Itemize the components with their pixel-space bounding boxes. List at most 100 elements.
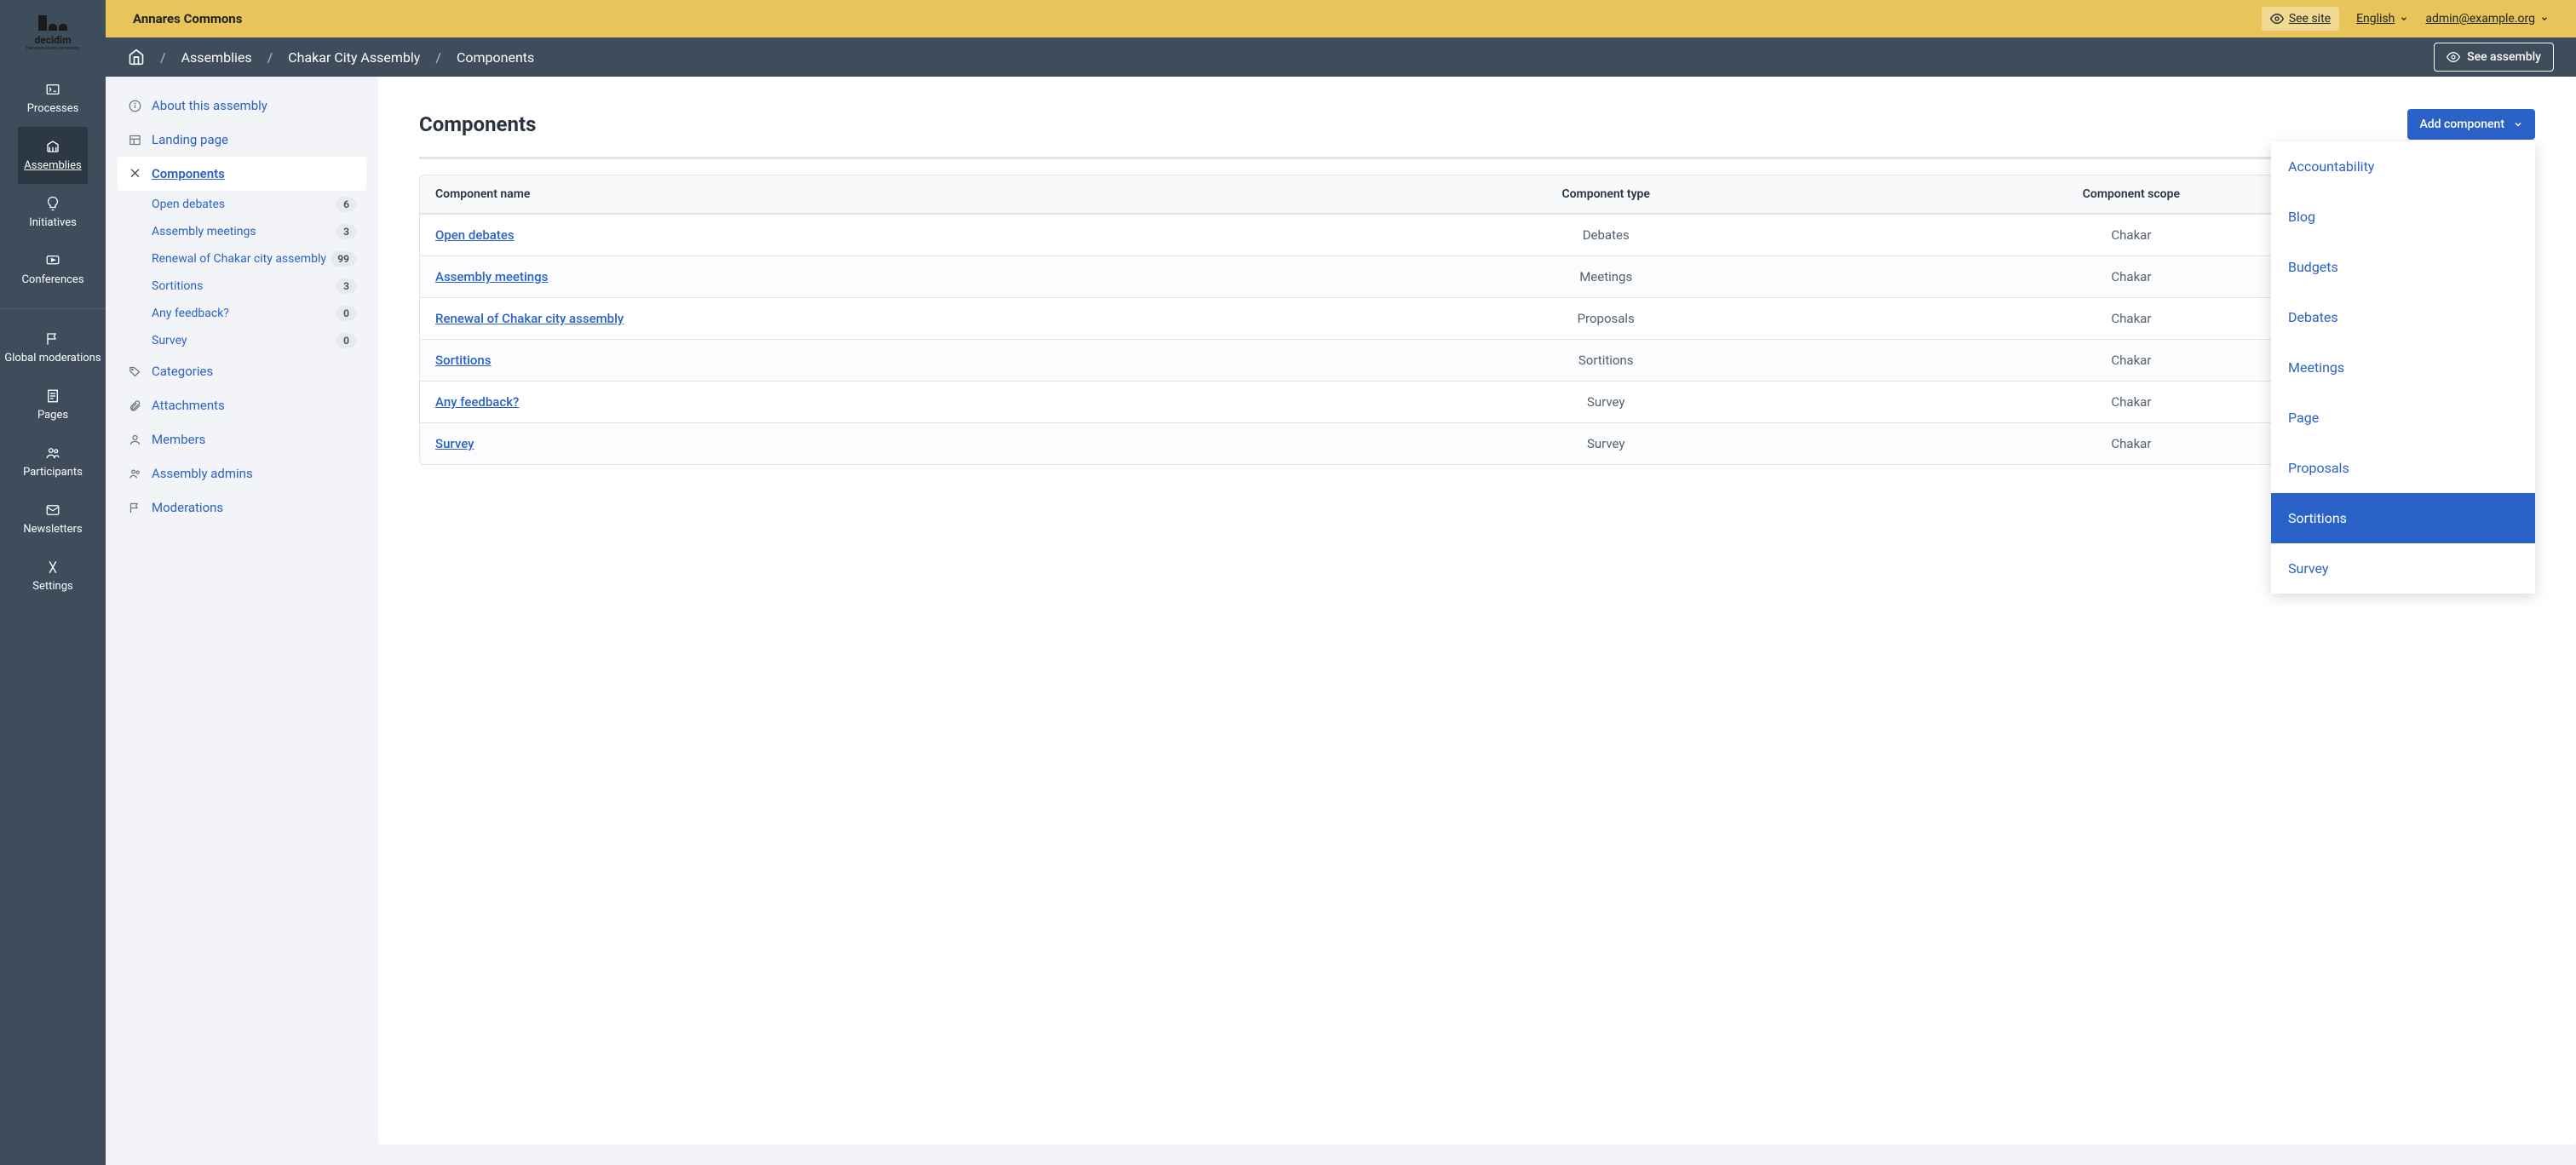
count-badge: 3 — [336, 278, 356, 294]
page-title: Components — [419, 112, 2407, 136]
chevron-down-icon — [2400, 14, 2408, 23]
nav-label: Participants — [4, 466, 101, 479]
sub-item-label: Open debates — [152, 198, 336, 211]
nav-item-processes[interactable]: Processes — [18, 70, 87, 127]
sidebar-item-landing-page[interactable]: Landing page — [118, 123, 366, 157]
table-row: Renewal of Chakar city assemblyProposals… — [420, 297, 2534, 339]
table-row: Assembly meetingsMeetingsChakar — [420, 255, 2534, 297]
nav-label: Newsletters — [4, 523, 101, 536]
table-row: Any feedback?SurveyChakar — [420, 381, 2534, 422]
nav-item-global-moderations[interactable]: Global moderations — [1, 319, 104, 376]
component-type: Survey — [1353, 422, 1859, 464]
component-link[interactable]: Renewal of Chakar city assembly — [435, 311, 624, 326]
count-badge: 0 — [336, 306, 356, 321]
nav-item-assemblies[interactable]: Assemblies — [18, 127, 87, 184]
breadcrumb-link[interactable]: Chakar City Assembly — [288, 49, 420, 66]
component-link[interactable]: Any feedback? — [435, 394, 519, 410]
nav-item-pages[interactable]: Pages — [1, 376, 104, 433]
component-link[interactable]: Open debates — [435, 227, 515, 243]
participants-icon — [45, 445, 60, 461]
nav-item-initiatives[interactable]: Initiatives — [18, 184, 87, 241]
breadcrumb-link[interactable]: Assemblies — [181, 49, 252, 66]
initiatives-icon — [45, 196, 60, 211]
sidebar-item-label: Assembly admins — [152, 466, 253, 481]
component-link[interactable]: Sortitions — [435, 353, 491, 368]
breadcrumb-separator: / — [160, 49, 166, 66]
user-icon — [128, 433, 141, 446]
column-header: Component type — [1353, 175, 1859, 214]
see-assembly-button[interactable]: See assembly — [2434, 43, 2554, 72]
dropdown-item-budgets[interactable]: Budgets — [2271, 242, 2535, 292]
logo-tagline: free open-source democracy — [26, 46, 79, 51]
sidebar-sub-item[interactable]: Renewal of Chakar city assembly99 — [141, 245, 366, 273]
sidebar-item-label: Components — [152, 166, 225, 181]
assemblies-icon — [45, 139, 60, 154]
home-icon[interactable] — [128, 49, 145, 66]
dropdown-item-survey[interactable]: Survey — [2271, 543, 2535, 594]
sub-item-label: Renewal of Chakar city assembly — [152, 252, 331, 266]
nav-label: Conferences — [21, 273, 83, 286]
sidebar-sub-item[interactable]: Survey0 — [141, 327, 366, 354]
sub-item-label: Sortitions — [152, 279, 336, 293]
dropdown-item-blog[interactable]: Blog — [2271, 192, 2535, 242]
component-link[interactable]: Assembly meetings — [435, 269, 548, 284]
sidebar-sub-item[interactable]: Assembly meetings3 — [141, 218, 366, 245]
breadcrumb: / Assemblies / Chakar City Assembly / Co… — [128, 49, 2424, 66]
sidebar-item-label: Members — [152, 432, 205, 447]
nav-item-settings[interactable]: Settings — [1, 548, 104, 605]
dropdown-item-debates[interactable]: Debates — [2271, 292, 2535, 342]
component-link[interactable]: Survey — [435, 436, 474, 451]
dropdown-item-sortitions[interactable]: Sortitions — [2271, 493, 2535, 543]
nav-item-participants[interactable]: Participants — [1, 433, 104, 491]
eye-icon — [2270, 12, 2284, 26]
dropdown-item-page[interactable]: Page — [2271, 393, 2535, 443]
sidebar-sub-item[interactable]: Open debates6 — [141, 191, 366, 218]
language-selector[interactable]: English — [2356, 12, 2408, 26]
nav-label: Settings — [4, 580, 101, 593]
nav-label: Assemblies — [21, 159, 83, 172]
conferences-icon — [45, 253, 60, 268]
nav-label: Pages — [4, 409, 101, 422]
count-badge: 0 — [336, 333, 356, 348]
sidebar-sub-item[interactable]: Sortitions3 — [141, 273, 366, 300]
dropdown-item-accountability[interactable]: Accountability — [2271, 141, 2535, 192]
count-badge: 99 — [331, 251, 356, 267]
breadcrumb-current: Components — [457, 49, 534, 66]
sidebar-item-components[interactable]: Components — [118, 157, 366, 191]
paperclip-icon — [128, 399, 141, 412]
add-component-button[interactable]: Add component — [2407, 109, 2535, 140]
sidebar-item-members[interactable]: Members — [118, 422, 366, 456]
nav-divider — [0, 308, 106, 309]
dropdown-item-proposals[interactable]: Proposals — [2271, 443, 2535, 493]
count-badge: 3 — [336, 224, 356, 239]
header-bar: / Assemblies / Chakar City Assembly / Co… — [106, 37, 2576, 77]
settings-icon — [45, 560, 60, 575]
logo-text: decidim — [34, 34, 71, 46]
info-icon — [128, 99, 141, 112]
sidebar-item-assembly-admins[interactable]: Assembly admins — [118, 456, 366, 491]
sidebar-item-categories[interactable]: Categories — [118, 354, 366, 388]
breadcrumb-separator: / — [435, 49, 441, 66]
newsletters-icon — [45, 502, 60, 518]
count-badge: 6 — [336, 197, 356, 212]
table-row: Open debatesDebatesChakar — [420, 214, 2534, 255]
primary-nav: decidim free open-source democracy Proce… — [0, 0, 106, 1165]
logo[interactable]: decidim free open-source democracy — [26, 15, 79, 51]
user-menu[interactable]: admin@example.org — [2425, 12, 2549, 26]
sidebar-item-about-this-assembly[interactable]: About this assembly — [118, 89, 366, 123]
component-type: Meetings — [1353, 255, 1859, 297]
table-row: SortitionsSortitionsChakar — [420, 339, 2534, 381]
add-component-dropdown: AccountabilityBlogBudgetsDebatesMeetings… — [2271, 141, 2535, 594]
global-moderations-icon — [45, 331, 60, 347]
sidebar-item-attachments[interactable]: Attachments — [118, 388, 366, 422]
sidebar-sub-item[interactable]: Any feedback?0 — [141, 300, 366, 327]
sidebar-item-label: Categories — [152, 364, 213, 379]
sidebar-item-label: Landing page — [152, 132, 228, 147]
nav-label: Global moderations — [4, 352, 101, 364]
sidebar-item-moderations[interactable]: Moderations — [118, 491, 366, 525]
sub-item-label: Any feedback? — [152, 307, 336, 320]
nav-item-newsletters[interactable]: Newsletters — [1, 491, 104, 548]
nav-item-conferences[interactable]: Conferences — [18, 241, 87, 298]
dropdown-item-meetings[interactable]: Meetings — [2271, 342, 2535, 393]
see-site-link[interactable]: See site — [2262, 7, 2339, 31]
